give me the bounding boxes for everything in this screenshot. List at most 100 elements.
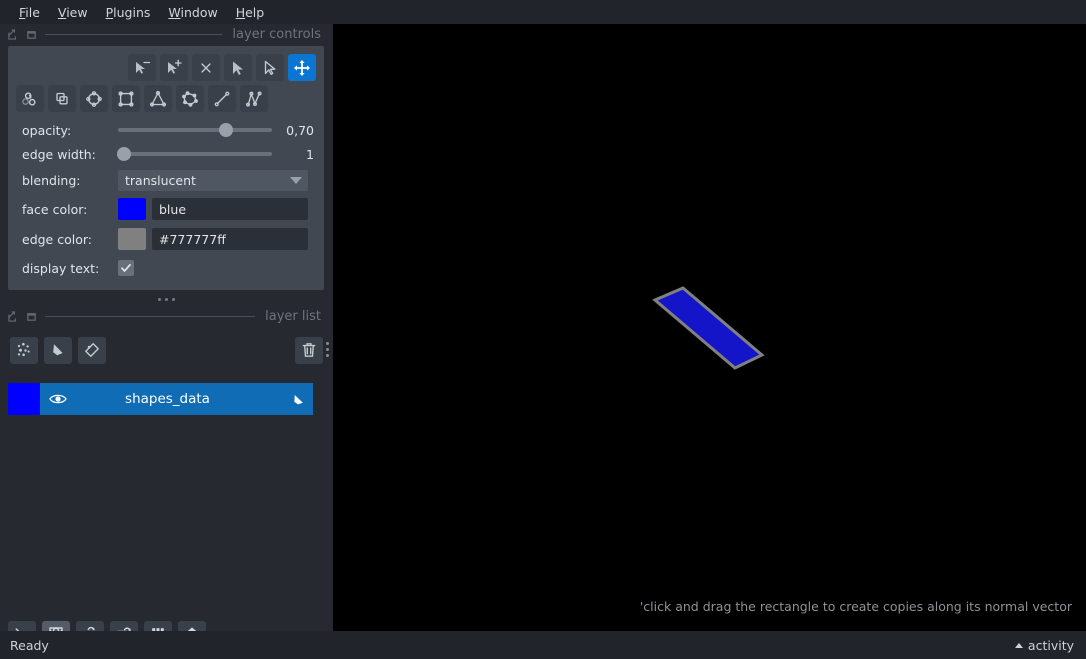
opacity-row: opacity: 0,70 (8, 118, 324, 142)
layer-controls-title-label: layer controls (232, 26, 321, 42)
display-text-row: display text: (8, 254, 324, 282)
layer-controls-dock-title: layer controls (0, 24, 333, 44)
edge-width-slider-handle[interactable] (117, 147, 132, 161)
edge-color-label: edge color: (22, 231, 92, 247)
delete-layer-button[interactable] (295, 336, 323, 364)
new-shapes-button[interactable] (44, 336, 72, 364)
layer-controls-panel: opacity: 0,70 edge width: 1 blending: tr… (8, 46, 324, 290)
shape-rectangle[interactable] (652, 286, 765, 370)
edge-width-row: edge width: 1 (8, 142, 324, 166)
vertex-insert-button[interactable] (160, 54, 188, 81)
new-points-icon (17, 342, 30, 357)
edge-width-slider[interactable] (117, 145, 272, 163)
shapes-tool-row-2 (16, 85, 316, 112)
opacity-label: opacity: (22, 122, 72, 138)
menu-bar: File View Plugins Window Help (0, 0, 1086, 24)
shapes-icon (293, 394, 303, 404)
face-color-row: face color: blue (8, 194, 324, 224)
menu-accel-window: W (168, 4, 181, 20)
caret-up-icon (1014, 642, 1023, 648)
float-icon[interactable] (8, 310, 19, 322)
menu-item-plugins[interactable]: Plugins (97, 2, 160, 23)
menu-rest-plugins: lugins (113, 4, 151, 20)
layer-list-dock-icons (8, 310, 37, 322)
display-text-checkbox[interactable] (118, 260, 134, 276)
close-icon[interactable] (26, 29, 37, 40)
shapes-tool-buttons (8, 54, 324, 112)
grip-dot (158, 297, 161, 301)
dock-title-rule (45, 315, 256, 317)
edge-width-slider-track (118, 152, 272, 156)
face-color-label: face color: (22, 201, 88, 217)
dock-resize-grip[interactable] (0, 292, 333, 306)
menu-accel-plugins: P (105, 4, 114, 20)
dock-title-rule (45, 33, 223, 35)
direct-select-button[interactable] (256, 54, 284, 81)
add-lasso-button[interactable] (176, 85, 204, 112)
check-icon (121, 263, 131, 272)
add-path-button[interactable] (240, 85, 268, 112)
eye-icon (49, 394, 67, 404)
face-color-swatch[interactable] (118, 198, 146, 220)
menu-item-window[interactable]: Window (159, 2, 226, 23)
pan-zoom-button[interactable] (288, 54, 316, 81)
menu-item-file[interactable]: File (10, 2, 49, 23)
layer-list-title-label: layer list (265, 308, 321, 324)
menu-rest-file: ile (25, 4, 40, 20)
select-shapes-button[interactable] (224, 54, 252, 81)
activity-label: activity (1027, 637, 1074, 653)
trash-icon (302, 343, 316, 357)
left-dock-column: layer controls opacity: 0,70 edge width:… (0, 24, 333, 648)
add-polygon-button[interactable] (144, 85, 172, 112)
grip-dot (165, 297, 168, 301)
layer-type-icon-wrapper (283, 391, 313, 408)
menu-rest-window: indow (180, 4, 218, 20)
menu-accel-view: V (57, 4, 67, 20)
shapes-tool-row-1 (16, 54, 316, 81)
opacity-slider-handle[interactable] (218, 123, 233, 137)
activity-button[interactable]: activity (1014, 637, 1074, 653)
move-back-button[interactable] (48, 85, 76, 112)
shape-delete-button[interactable] (192, 54, 220, 81)
edge-width-value: 1 (306, 146, 314, 162)
move-front-button[interactable] (16, 85, 44, 112)
chevron-down-icon (290, 176, 302, 184)
new-labels-icon (85, 343, 99, 357)
menu-item-view[interactable]: View (49, 2, 97, 23)
layer-thumbnail (8, 383, 40, 415)
edge-color-row: edge color: #777777ff (8, 224, 324, 254)
edge-color-input[interactable]: #777777ff (152, 228, 308, 250)
layer-list-overflow-menu[interactable] (326, 342, 329, 357)
blending-select[interactable]: translucent (118, 169, 308, 191)
vertex-remove-button[interactable] (128, 54, 156, 81)
canvas-hint-text: 'click and drag the rectangle to create … (639, 599, 1072, 614)
add-rectangle-button[interactable] (112, 85, 140, 112)
opacity-slider-track (118, 128, 272, 132)
new-labels-button[interactable] (78, 336, 106, 364)
grip-dot (172, 297, 175, 301)
new-shapes-icon (53, 344, 63, 356)
menu-accel-help: H (235, 4, 246, 20)
vertical-dots-icon (326, 342, 329, 345)
menu-rest-view: iew (66, 4, 88, 20)
status-bar: Ready activity (0, 631, 1086, 659)
vertical-dots-icon (326, 354, 329, 357)
add-line-button[interactable] (208, 85, 236, 112)
new-points-button[interactable] (10, 336, 38, 364)
edge-color-swatch[interactable] (118, 228, 146, 250)
close-icon[interactable] (26, 311, 37, 322)
layer-name-label: shapes_data (125, 391, 210, 407)
layer-list-item-shapes-data[interactable]: shapes_data (8, 383, 313, 415)
layer-visibility-toggle[interactable] (40, 392, 76, 406)
float-icon[interactable] (8, 28, 19, 40)
viewer-canvas[interactable]: 'click and drag the rectangle to create … (333, 24, 1086, 631)
opacity-slider[interactable] (118, 121, 272, 139)
blending-label: blending: (22, 172, 81, 188)
add-ellipse-button[interactable] (80, 85, 108, 112)
menu-item-help[interactable]: Help (227, 2, 274, 23)
edge-width-label: edge width: (22, 146, 96, 162)
blending-value: translucent (125, 172, 196, 188)
display-text-label: display text: (22, 260, 100, 276)
face-color-input[interactable]: blue (152, 198, 308, 220)
layer-list-dock-title: layer list (0, 306, 333, 326)
